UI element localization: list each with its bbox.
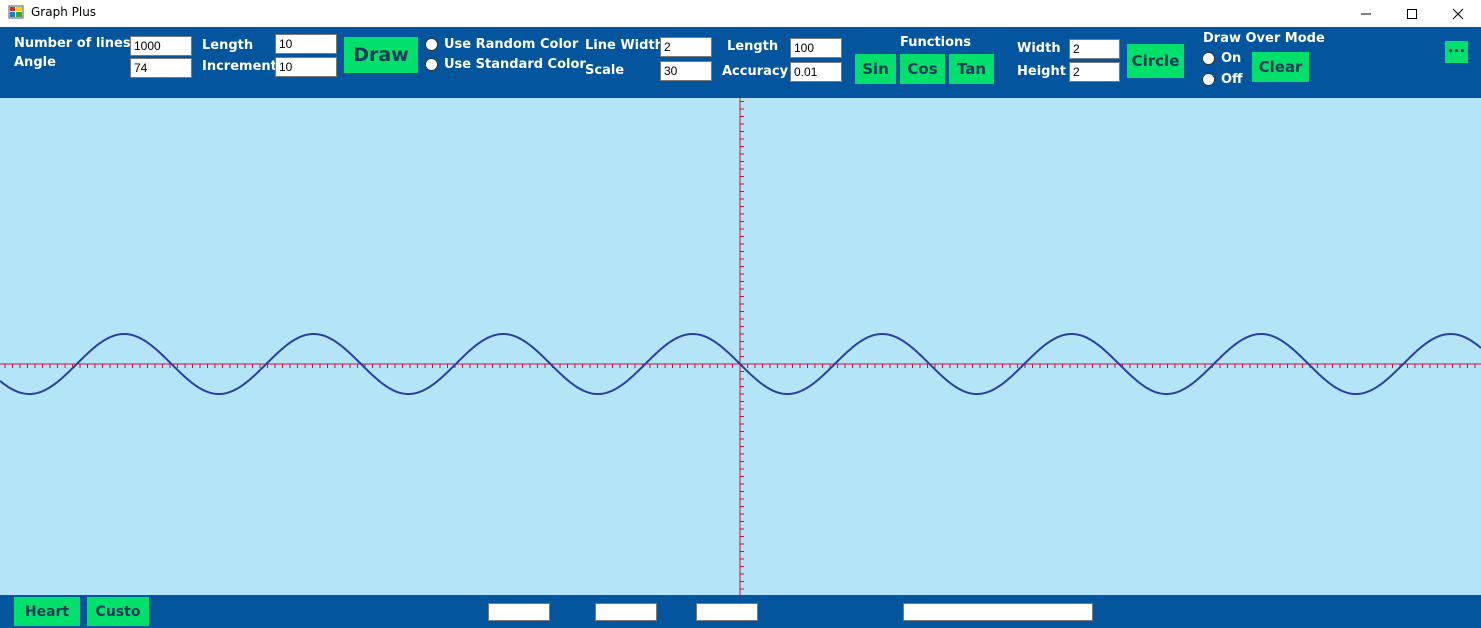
line-width-input[interactable] [660,37,712,57]
functions-label: Functions [900,35,972,50]
maximize-icon [1407,8,1417,19]
angle-label: Angle [14,55,56,70]
random-color-radio[interactable] [425,38,438,51]
status-field-1[interactable] [488,603,550,621]
increment-label: Increment [202,59,277,74]
title-bar: Graph Plus [0,0,1481,27]
curve-length-label: Length [727,39,779,54]
standard-color-radio[interactable] [425,58,438,71]
width-input[interactable] [1069,39,1120,59]
accuracy-input[interactable] [790,62,842,82]
close-icon [1452,8,1464,19]
scale-input[interactable] [660,61,712,81]
cos-button[interactable]: Cos [900,54,945,84]
custom-button[interactable]: Custo [87,597,149,626]
draw-over-off-radio[interactable] [1202,73,1215,86]
status-field-4[interactable] [903,603,1093,621]
minimize-icon [1361,13,1371,14]
close-button[interactable] [1435,0,1481,27]
increment-input[interactable] [275,57,337,77]
line-width-label: Line Width [585,38,664,53]
sin-button[interactable]: Sin [855,54,896,84]
minimize-button[interactable] [1343,0,1389,27]
random-color-label: Use Random Color [444,37,579,52]
lines-label: Number of lines [14,36,131,51]
length-input[interactable] [275,34,337,54]
scale-label: Scale [585,63,625,78]
curve-length-input[interactable] [790,38,842,58]
accuracy-label: Accuracy [722,64,789,79]
app-icon [8,5,24,19]
draw-over-mode-label: Draw Over Mode [1203,31,1325,46]
heart-button[interactable]: Heart [14,597,80,626]
clear-button[interactable]: Clear [1252,52,1309,82]
maximize-button[interactable] [1389,0,1435,27]
angle-input[interactable] [130,58,192,78]
length-label: Length [202,38,254,53]
standard-color-label: Use Standard Color [444,57,586,72]
draw-over-on-label: On [1221,51,1242,66]
height-label: Height [1017,64,1066,79]
status-field-2[interactable] [595,603,657,621]
graph-plot [0,98,1481,595]
circle-button[interactable]: Circle [1127,44,1184,78]
draw-over-off-label: Off [1221,72,1243,87]
bottom-bar: Heart Custo [0,595,1481,628]
height-input[interactable] [1069,62,1120,82]
width-label: Width [1017,41,1061,56]
tan-button[interactable]: Tan [949,54,994,84]
graph-canvas[interactable] [0,98,1481,595]
lines-input[interactable] [130,36,192,56]
more-options-button[interactable]: ••• [1445,41,1468,63]
toolbar: Number of lines Angle Length Increment D… [0,27,1481,98]
draw-button[interactable]: Draw [344,37,418,73]
status-field-3[interactable] [696,603,758,621]
axes [0,98,1481,595]
window-title: Graph Plus [31,5,97,19]
draw-over-on-radio[interactable] [1202,52,1215,65]
